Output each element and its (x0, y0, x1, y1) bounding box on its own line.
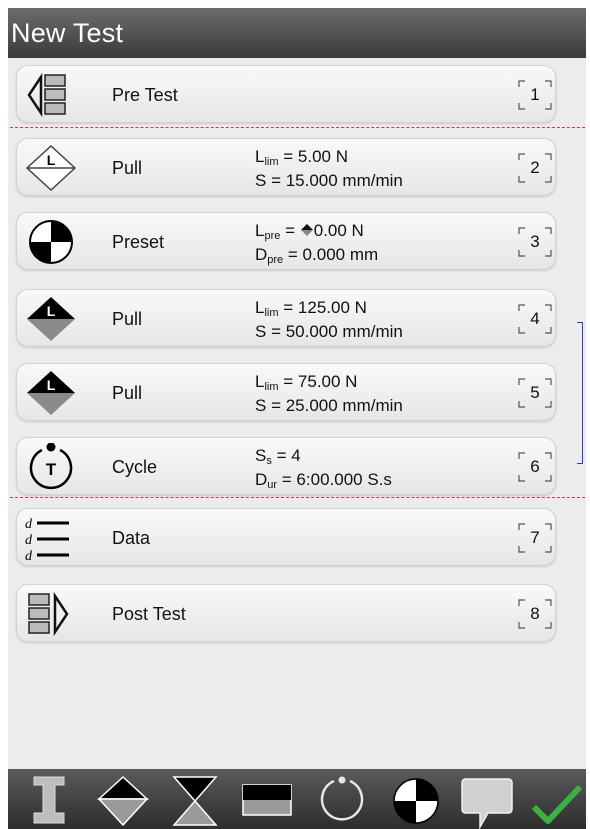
svg-text:d: d (25, 549, 33, 562)
step-param-1: Lpre = 0.00 N (255, 221, 364, 242)
svg-text:T: T (46, 460, 57, 479)
svg-text:L: L (47, 303, 56, 319)
step-pull-2[interactable]: L Pull Llim = 5.00 N S = 15.000 mm/min 2 (16, 138, 556, 196)
step-data[interactable]: d d d Data 7 (16, 508, 556, 566)
post-test-divider (8, 497, 586, 498)
step-number: 7 (530, 528, 540, 547)
step-name: Data (112, 528, 151, 548)
step-param-1: Llim = 125.00 N (255, 298, 367, 319)
step-name: Pre Test (112, 85, 178, 105)
step-preset[interactable]: Preset Lpre = 0.00 N Dpre = 0.000 mm 3 (16, 212, 556, 270)
pull-icon[interactable] (95, 769, 151, 829)
step-number: 3 (530, 232, 540, 251)
pre-test-divider (8, 127, 586, 128)
loop-bracket (577, 322, 583, 464)
svg-text:L: L (47, 377, 56, 393)
hold-icon[interactable] (170, 769, 220, 829)
preset-icon[interactable] (388, 769, 444, 829)
step-number: 2 (530, 158, 540, 177)
step-number: 5 (530, 383, 540, 402)
step-pre-test[interactable]: Pre Test 1 (16, 65, 556, 123)
app-window: New Test Pre Test 1 L Pull Llim = 5.00 N… (8, 8, 586, 829)
comment-icon[interactable] (458, 769, 516, 829)
step-number-badge[interactable]: 5 (515, 373, 555, 413)
pre-test-icon (27, 72, 66, 118)
data-icon: d d d (25, 517, 69, 562)
step-name: Cycle (112, 457, 158, 477)
cycle-icon: T (29, 443, 73, 490)
step-number-badge[interactable]: 2 (515, 148, 555, 188)
step-param-2: S = 25.000 mm/min (255, 396, 403, 415)
step-name: Preset (112, 232, 165, 252)
pull-icon: L (27, 297, 75, 341)
page-title: New Test (11, 18, 124, 48)
step-number: 6 (530, 457, 540, 476)
step-param-1: Llim = 5.00 N (255, 147, 348, 168)
step-name: Pull (112, 383, 143, 403)
step-number: 8 (530, 604, 540, 623)
step-param-2: S = 50.000 mm/min (255, 322, 403, 341)
svg-text:d: d (25, 517, 33, 532)
step-pull-5[interactable]: L Pull Llim = 75.00 N S = 25.000 mm/min … (16, 363, 556, 421)
pull-icon: L (25, 144, 77, 192)
step-param-1: Llim = 75.00 N (255, 372, 358, 393)
svg-text:d: d (25, 533, 33, 548)
step-name: Post Test (112, 604, 186, 624)
step-post-test[interactable]: Post Test 8 (16, 584, 556, 642)
step-number-badge[interactable]: 6 (515, 447, 555, 487)
step-number-badge[interactable]: 8 (515, 594, 555, 634)
specimen-icon[interactable] (26, 769, 72, 829)
step-param-2: S = 15.000 mm/min (255, 171, 403, 190)
step-param-1: Ss = 4 (255, 446, 301, 467)
step-number-badge[interactable]: 1 (515, 75, 555, 115)
step-param-2: Dur = 6:00.000 S.s (255, 470, 392, 491)
step-name: Pull (112, 158, 143, 178)
preset-icon (29, 220, 73, 264)
svg-text:L: L (47, 152, 56, 168)
step-number-badge[interactable]: 7 (515, 518, 555, 558)
step-cycle[interactable]: T Cycle Ss = 4 Dur = 6:00.000 S.s 6 (16, 437, 556, 495)
step-number-badge[interactable]: 4 (515, 299, 555, 339)
step-number-badge[interactable]: 3 (515, 222, 555, 262)
cycle-icon[interactable] (313, 769, 369, 829)
confirm-icon[interactable] (530, 769, 584, 829)
bottom-toolbar (8, 769, 586, 829)
pull-icon: L (27, 371, 75, 415)
step-name: Pull (112, 309, 143, 329)
step-number: 1 (530, 85, 540, 104)
step-pull-4[interactable]: L Pull Llim = 125.00 N S = 50.000 mm/min… (16, 289, 556, 347)
direction-diamond-icon (300, 224, 313, 236)
preset-block-icon[interactable] (240, 769, 294, 829)
step-param-2: Dpre = 0.000 mm (255, 245, 379, 266)
title-bar: New Test (8, 8, 586, 58)
step-number: 4 (530, 309, 540, 328)
post-test-icon (28, 591, 69, 637)
